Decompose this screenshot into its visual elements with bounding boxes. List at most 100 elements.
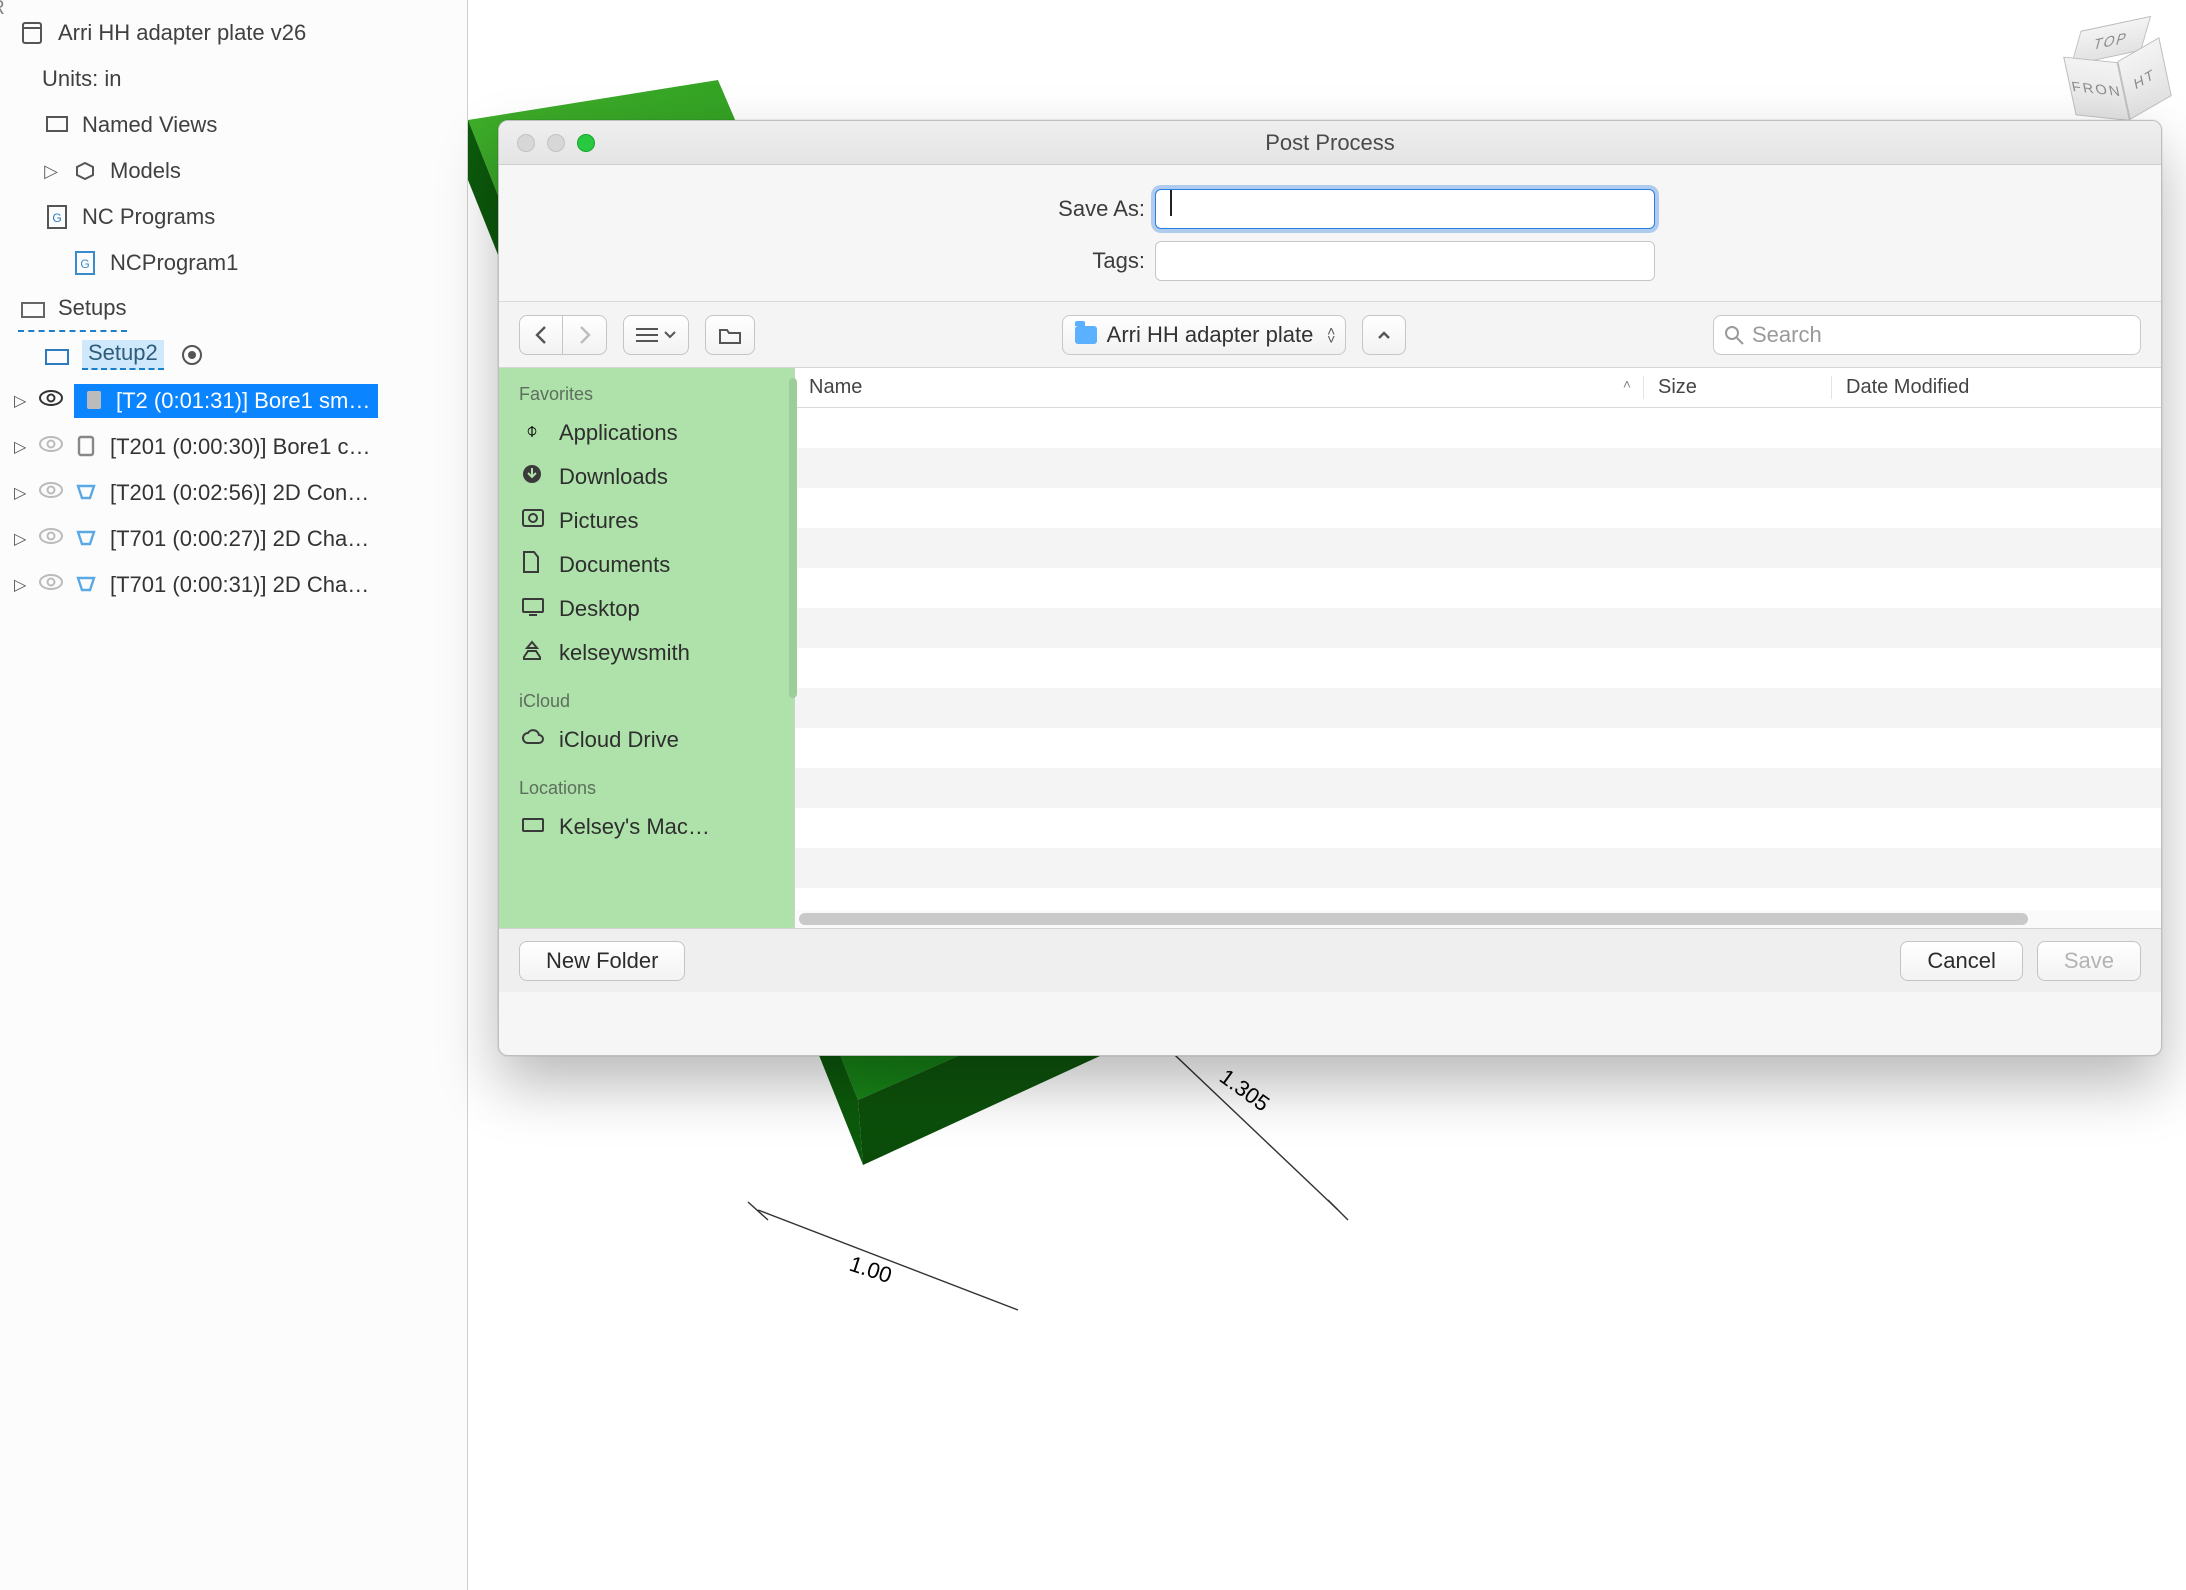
browser-setups-label: Setups xyxy=(58,295,127,321)
sidebar-item-icon xyxy=(521,814,547,840)
operation-icon xyxy=(74,572,100,598)
operation-icon xyxy=(74,480,100,506)
folder-dropdown[interactable]: Arri HH adapter plate ˄˅ xyxy=(1062,315,1347,355)
sidebar-item-label: iCloud Drive xyxy=(559,727,679,753)
sidebar-item-label: Desktop xyxy=(559,596,640,622)
nav-forward-button[interactable] xyxy=(563,315,607,355)
browser-ncprograms-label: NC Programs xyxy=(82,204,215,230)
cancel-button[interactable]: Cancel xyxy=(1900,941,2022,981)
save-as-input[interactable] xyxy=(1155,189,1655,229)
sidebar-item-label: kelseywsmith xyxy=(559,640,690,666)
col-name[interactable]: Name˄ xyxy=(795,376,1643,399)
expand-arrow-icon[interactable]: ▷ xyxy=(14,437,28,457)
browser-file-label: Arri HH adapter plate v26 xyxy=(58,20,306,46)
expand-arrow-icon[interactable]: ▷ xyxy=(42,161,60,182)
ncprogram-file-icon: G xyxy=(70,248,100,278)
sidebar-item-icon xyxy=(521,727,547,753)
sidebar-scrollbar[interactable] xyxy=(789,378,797,698)
sidebar-item-icon xyxy=(521,639,547,667)
sidebar-item[interactable]: kelseywsmith xyxy=(499,631,794,675)
sidebar-item-icon xyxy=(521,596,547,622)
dialog-titlebar[interactable]: Post Process xyxy=(499,121,2161,165)
col-size[interactable]: Size xyxy=(1643,376,1831,399)
updown-chevron-icon: ˄˅ xyxy=(1327,327,1335,343)
visibility-toggle[interactable] xyxy=(38,388,64,414)
svg-text:G: G xyxy=(52,211,61,225)
sidebar-item[interactable]: Kelsey's Mac… xyxy=(499,805,794,849)
expand-arrow-icon[interactable]: ▷ xyxy=(14,575,28,595)
traffic-light-close[interactable] xyxy=(517,134,535,152)
visibility-toggle[interactable] xyxy=(38,480,64,506)
file-columns-header[interactable]: Name˄ Size Date Modified xyxy=(795,368,2161,408)
show-items-button[interactable] xyxy=(705,315,755,355)
chevron-down-icon xyxy=(664,330,676,340)
setup-active-radio-icon[interactable] xyxy=(182,345,202,365)
browser-setups-row[interactable]: Setups xyxy=(18,286,127,332)
search-placeholder: Search xyxy=(1752,322,1822,348)
sidebar-item-label: Pictures xyxy=(559,508,638,534)
browser-named-views-row[interactable]: Named Views xyxy=(0,102,467,148)
save-button[interactable]: Save xyxy=(2037,941,2141,981)
tags-label: Tags: xyxy=(499,248,1155,274)
operation-row[interactable]: ▷[T701 (0:00:27)] 2D Cha… xyxy=(0,516,467,562)
expand-arrow-icon[interactable]: ▷ xyxy=(14,529,28,549)
sidebar-item[interactable]: Desktop xyxy=(499,587,794,631)
browser-ncprogram1-row[interactable]: G NCProgram1 xyxy=(0,240,467,286)
file-icon xyxy=(18,18,48,48)
folder-name: Arri HH adapter plate xyxy=(1107,322,1314,348)
sidebar-item-icon xyxy=(521,463,547,491)
operation-label: [T701 (0:00:31)] 2D Cha… xyxy=(110,572,369,598)
tags-input[interactable] xyxy=(1155,241,1655,281)
operation-list: ▷[T2 (0:01:31)] Bore1 sm…▷[T201 (0:00:30… xyxy=(0,378,467,608)
dialog-footer: New Folder Cancel Save xyxy=(499,928,2161,992)
sidebar-item[interactable]: ⌽Applications xyxy=(499,411,794,455)
new-folder-button[interactable]: New Folder xyxy=(519,941,685,981)
dialog-browser: Favorites ⌽Applications Downloads Pictures… xyxy=(499,368,2161,928)
list-icon xyxy=(636,327,658,343)
file-hscrollbar[interactable] xyxy=(795,910,2161,928)
sidebar-item[interactable]: iCloud Drive xyxy=(499,718,794,762)
models-icon xyxy=(70,156,100,186)
visibility-toggle[interactable] xyxy=(38,434,64,460)
file-rows[interactable] xyxy=(795,408,2161,910)
sidebar-item-label: Downloads xyxy=(559,464,668,490)
view-mode-button[interactable] xyxy=(623,315,689,355)
browser-units-row[interactable]: Units: in xyxy=(0,56,467,102)
visibility-toggle[interactable] xyxy=(38,526,64,552)
browser-models-row[interactable]: ▷ Models xyxy=(0,148,467,194)
file-list: Name˄ Size Date Modified xyxy=(795,368,2161,928)
operation-row[interactable]: ▷ [T201 (0:02:56)] 2D Con… xyxy=(0,470,467,516)
operation-row[interactable]: ▷ [T201 (0:00:30)] Bore1 c… xyxy=(0,424,467,470)
traffic-light-minimize[interactable] xyxy=(547,134,565,152)
viewcube[interactable]: TOP FRON HT xyxy=(2059,15,2178,134)
save-dialog: Post Process Save As: Tags: Arri HH adap… xyxy=(498,120,2162,1056)
browser-named-views-label: Named Views xyxy=(82,112,217,138)
expand-arrow-icon[interactable]: ▷ xyxy=(14,483,28,503)
operation-label: [T201 (0:00:30)] Bore1 c… xyxy=(110,434,370,460)
operation-icon xyxy=(74,526,100,552)
browser-units-label: Units: in xyxy=(42,66,121,92)
operation-label: [T201 (0:02:56)] 2D Con… xyxy=(110,480,369,506)
sidebar-item[interactable]: Downloads xyxy=(499,455,794,499)
sidebar-item[interactable]: Pictures xyxy=(499,499,794,543)
operation-row[interactable]: ▷ [T701 (0:00:31)] 2D Cha… xyxy=(0,562,467,608)
nav-back-button[interactable] xyxy=(519,315,563,355)
dialog-title: Post Process xyxy=(1265,130,1395,156)
folder-icon xyxy=(1075,326,1097,344)
operation-icon xyxy=(82,388,108,414)
traffic-light-zoom[interactable] xyxy=(577,134,595,152)
visibility-toggle[interactable] xyxy=(38,572,64,598)
sidebar-favorites-title: Favorites xyxy=(499,368,794,411)
browser-file-row[interactable]: Arri HH adapter plate v26 xyxy=(0,10,467,56)
operation-row[interactable]: ▷[T2 (0:01:31)] Bore1 sm… xyxy=(0,378,467,424)
browser-ncprograms-row[interactable]: G NC Programs xyxy=(0,194,467,240)
sidebar-item-label: Applications xyxy=(559,420,678,446)
sidebar-item[interactable]: Documents xyxy=(499,543,794,587)
expand-arrow-icon[interactable]: ▷ xyxy=(14,391,28,411)
collapse-button[interactable] xyxy=(1362,315,1406,355)
browser-setup2-row[interactable]: Setup2 xyxy=(0,332,467,378)
sidebar-icloud-title: iCloud xyxy=(499,675,794,718)
col-date[interactable]: Date Modified xyxy=(1831,376,2161,399)
search-field[interactable]: Search xyxy=(1713,315,2141,355)
browser-header-fragment: ER xyxy=(0,0,6,20)
